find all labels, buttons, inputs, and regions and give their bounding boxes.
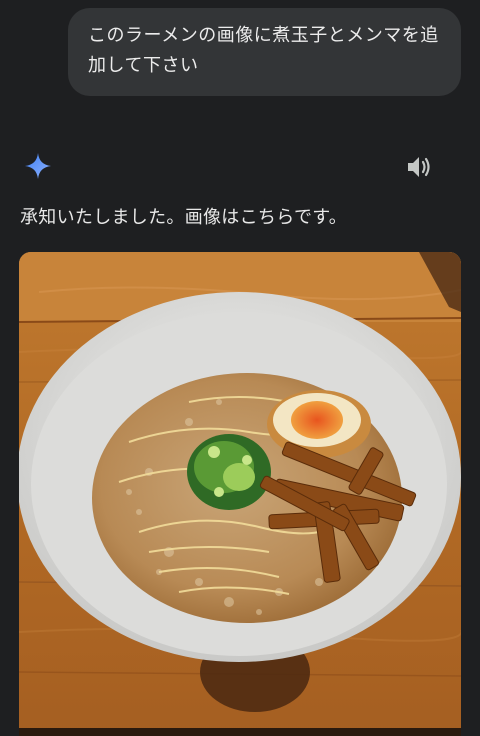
assistant-reply-text: 承知いたしました。画像はこちらです。 (20, 207, 348, 228)
user-message-bubble: このラーメンの画像に煮玉子とメンマを追加して下さい (68, 8, 461, 96)
speaker-icon[interactable] (405, 154, 433, 180)
user-message-text: このラーメンの画像に煮玉子とメンマを追加して下さい (88, 25, 439, 76)
generated-image[interactable] (19, 252, 461, 736)
ramen-illustration (19, 252, 461, 736)
gemini-sparkle-icon (25, 153, 51, 179)
